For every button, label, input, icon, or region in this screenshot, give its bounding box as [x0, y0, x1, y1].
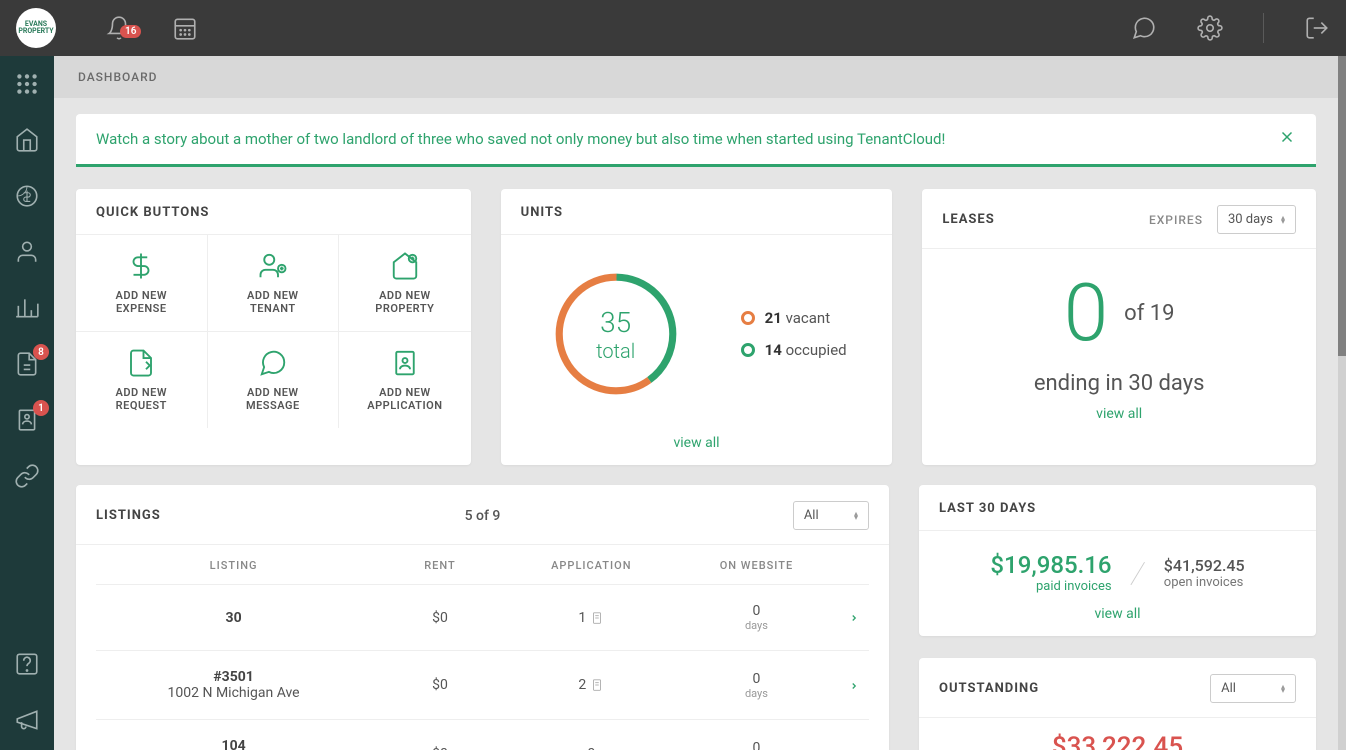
expires-select[interactable]: 30 days ▴▾ [1217, 205, 1296, 234]
card-title: OUTSTANDING [939, 681, 1039, 696]
doc-icon [590, 611, 604, 625]
promo-banner[interactable]: Watch a story about a mother of two land… [76, 114, 1316, 167]
last30-card: LAST 30 DAYS $19,985.16 paid invoices / … [919, 485, 1316, 636]
ring-icon [741, 311, 755, 325]
nav-money-icon[interactable] [13, 182, 41, 210]
quick-buttons-card: QUICK BUTTONS ADD NEWEXPENSE ADD NEWTENA… [76, 189, 471, 465]
col-rent: RENT [371, 559, 509, 572]
card-title: UNITS [521, 205, 563, 220]
leases-count: 0 [1064, 273, 1108, 353]
listings-filter-select[interactable]: All ▴▾ [793, 501, 869, 530]
nav-application-icon[interactable]: 1 [13, 406, 41, 434]
view-all-link[interactable]: view all [919, 604, 1316, 636]
chevron-right-icon [839, 608, 869, 627]
card-title: LISTINGS [96, 508, 161, 523]
open-label: open invoices [1164, 575, 1245, 590]
nav-document-icon[interactable]: 8 [13, 350, 41, 378]
logo[interactable]: EVANS PROPERTY [16, 8, 56, 48]
divider [1263, 13, 1264, 43]
chat-icon[interactable] [1131, 15, 1157, 41]
nav-analytics-icon[interactable] [13, 294, 41, 322]
nav-link-icon[interactable] [13, 462, 41, 490]
main: DASHBOARD Watch a story about a mother o… [54, 56, 1338, 750]
expires-label: EXPIRES [1149, 213, 1203, 227]
notifications-icon[interactable]: 16 [106, 15, 132, 41]
leases-total: of 19 [1124, 301, 1174, 326]
scrollbar[interactable] [1338, 56, 1346, 750]
view-all-link[interactable]: view all [501, 433, 893, 465]
listings-count: 5 of 9 [465, 508, 501, 524]
listing-row[interactable]: #35011002 N Michigan Ave $0 2 0days [96, 650, 869, 719]
calendar-icon[interactable] [172, 15, 198, 41]
notification-badge: 16 [120, 25, 141, 38]
listing-row[interactable]: 1041000 A WASHINGTON Blvd $0 0 0days [96, 719, 869, 750]
paid-amount: $19,985.16 [990, 551, 1111, 579]
nav-announce-icon[interactable] [13, 706, 41, 734]
listings-card: LISTINGS 5 of 9 All ▴▾ LISTING RENT APPL… [76, 485, 889, 750]
nav-help-icon[interactable] [13, 650, 41, 678]
ending-label: ending in 30 days [942, 371, 1296, 396]
scrollbar-thumb[interactable] [1338, 56, 1346, 356]
badge: 8 [33, 344, 49, 360]
badge: 1 [33, 400, 49, 416]
ring-icon [741, 343, 755, 357]
col-application: APPLICATION [509, 559, 674, 572]
logout-icon[interactable] [1304, 15, 1330, 41]
dollar-icon [126, 251, 156, 281]
legend-vacant: 21 vacant [741, 309, 847, 327]
col-listing: LISTING [96, 559, 371, 572]
house-plus-icon [390, 251, 420, 281]
listing-row[interactable]: 30 $0 1 0days [96, 584, 869, 650]
view-all-link[interactable]: view all [922, 404, 1316, 436]
request-icon [126, 348, 156, 378]
add-expense-button[interactable]: ADD NEWEXPENSE [76, 235, 208, 332]
close-icon[interactable] [1278, 128, 1296, 150]
col-website: ON WEBSITE [674, 559, 839, 572]
breadcrumb: DASHBOARD [54, 56, 1338, 98]
outstanding-filter-select[interactable]: All ▴▾ [1210, 674, 1296, 703]
paid-label: paid invoices [990, 579, 1111, 594]
message-icon [258, 348, 288, 378]
slash-divider: / [1128, 553, 1147, 593]
add-application-button[interactable]: ADD NEWAPPLICATION [339, 332, 471, 428]
chevron-right-icon [839, 676, 869, 695]
nav-person-icon[interactable] [13, 238, 41, 266]
updown-icon: ▴▾ [854, 512, 858, 520]
chevron-right-icon [839, 745, 869, 750]
outstanding-amount: $33,222.45 [919, 718, 1316, 750]
units-donut-chart: 35 total [541, 259, 691, 409]
nav-home-icon[interactable] [13, 126, 41, 154]
user-plus-icon [258, 251, 288, 281]
updown-icon: ▴▾ [1281, 685, 1285, 693]
add-message-button[interactable]: ADD NEWMESSAGE [208, 332, 340, 428]
outstanding-card: OUTSTANDING All ▴▾ $33,222.45 [919, 658, 1316, 750]
application-icon [390, 348, 420, 378]
doc-icon [590, 678, 604, 692]
legend-occupied: 14 occupied [741, 341, 847, 359]
promo-text: Watch a story about a mother of two land… [96, 130, 945, 148]
sidebar: 8 1 [0, 56, 54, 750]
updown-icon: ▴▾ [1281, 216, 1285, 224]
add-property-button[interactable]: ADD NEWPROPERTY [339, 235, 471, 332]
card-title: LEASES [942, 212, 994, 227]
card-title: QUICK BUTTONS [96, 205, 209, 220]
open-amount: $41,592.45 [1164, 556, 1245, 575]
units-card: UNITS 35 total [501, 189, 893, 465]
add-tenant-button[interactable]: ADD NEWTENANT [208, 235, 340, 332]
nav-dashboard-icon[interactable] [13, 70, 41, 98]
settings-icon[interactable] [1197, 15, 1223, 41]
card-title: LAST 30 DAYS [939, 501, 1036, 516]
topbar: EVANS PROPERTY 16 [0, 0, 1346, 56]
leases-card: LEASES EXPIRES 30 days ▴▾ 0 of 19 endi [922, 189, 1316, 465]
add-request-button[interactable]: ADD NEWREQUEST [76, 332, 208, 428]
